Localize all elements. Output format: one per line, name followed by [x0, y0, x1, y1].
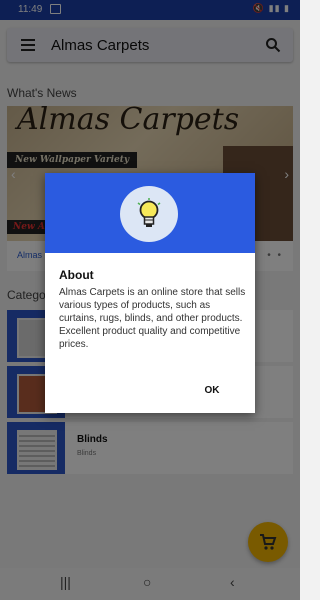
- ok-button[interactable]: OK: [195, 378, 229, 402]
- dialog-body: Almas Carpets is an online store that se…: [59, 287, 246, 350]
- lightbulb-icon: [120, 186, 178, 242]
- dialog-header: [45, 173, 255, 253]
- about-dialog: About Almas Carpets is an online store t…: [45, 173, 255, 413]
- dialog-title: About: [59, 268, 94, 282]
